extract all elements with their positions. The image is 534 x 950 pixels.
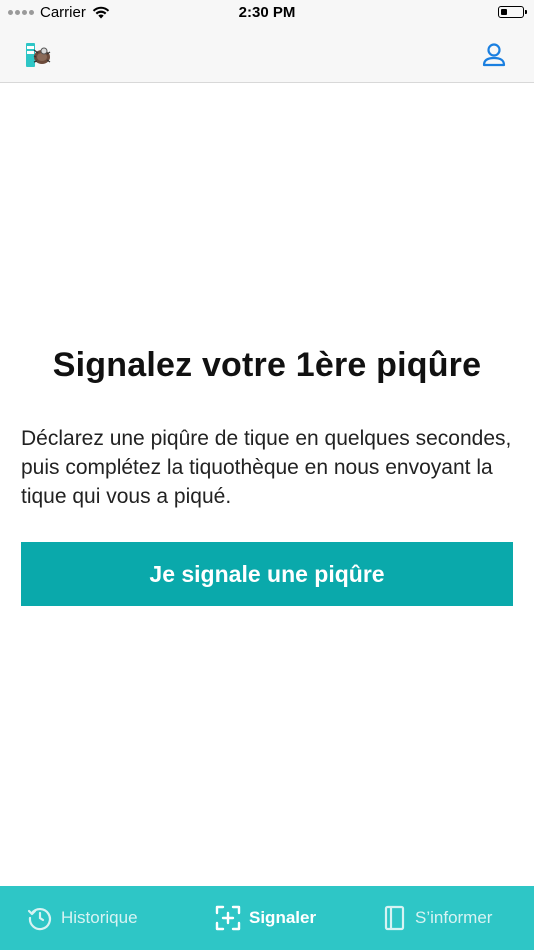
- status-time: 2:30 PM: [238, 4, 296, 21]
- report-bite-button-label: Je signale une piqûre: [149, 560, 385, 587]
- tab-sinformer-label: S’informer: [415, 908, 493, 927]
- scan-add-icon: [215, 905, 241, 931]
- history-icon: [27, 908, 51, 931]
- report-bite-button[interactable]: Je signale une piqûre: [21, 542, 513, 606]
- nav-bar: [0, 28, 534, 83]
- tab-sinformer[interactable]: S’informer: [383, 886, 492, 950]
- user-profile-icon[interactable]: [482, 42, 506, 68]
- tab-historique[interactable]: Historique: [27, 886, 138, 950]
- tab-signaler[interactable]: Signaler: [215, 886, 316, 950]
- battery-level: [500, 8, 507, 15]
- book-icon: [384, 905, 405, 931]
- tick-app-logo[interactable]: [24, 40, 52, 70]
- battery-icon: [498, 6, 527, 18]
- tab-signaler-label: Signaler: [249, 908, 317, 927]
- page-description: Déclarez une piqûre de tique en quelques…: [21, 427, 512, 508]
- tab-historique-label: Historique: [61, 908, 138, 927]
- tab-bar: Historique Signaler S’informer: [0, 886, 534, 950]
- page-title: Signalez votre 1ère piqûre: [52, 346, 482, 384]
- status-bar: Carrier 2:30 PM: [0, 0, 534, 28]
